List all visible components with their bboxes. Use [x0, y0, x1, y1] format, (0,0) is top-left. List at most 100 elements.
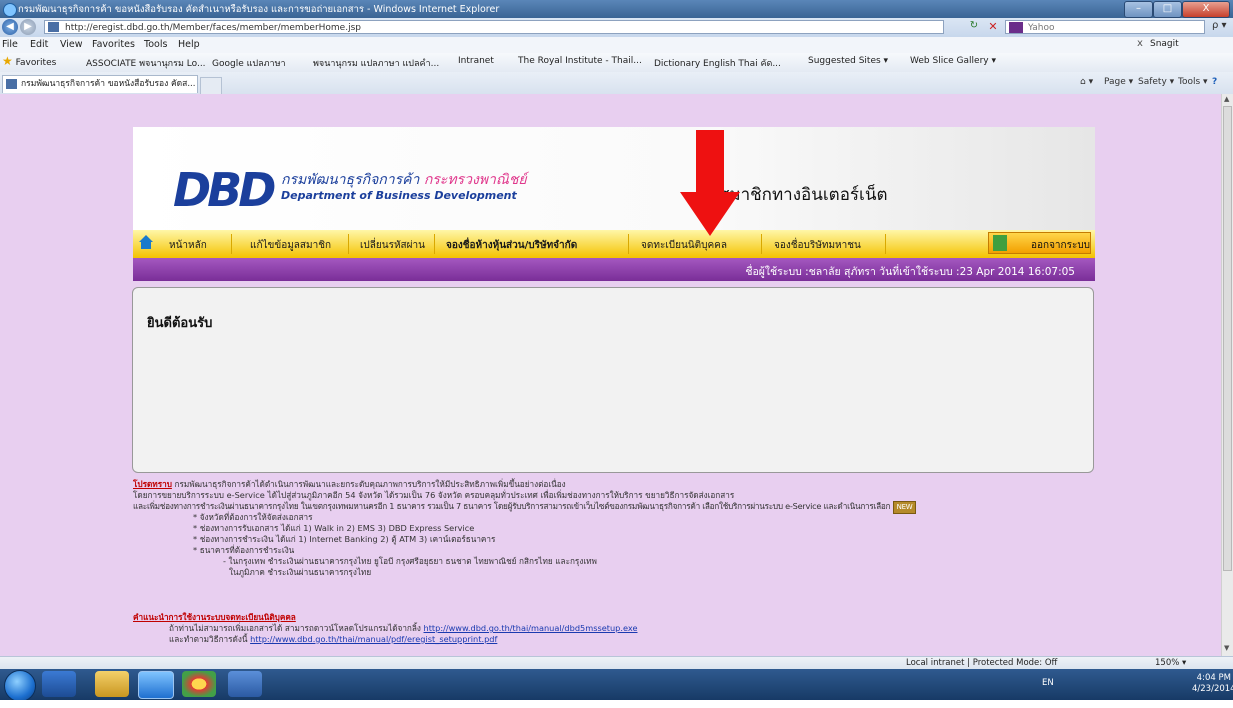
scroll-up-icon[interactable]: ▲: [1224, 95, 1229, 103]
snagit-button[interactable]: Snagit: [1150, 39, 1179, 49]
fav-item-dictionary-english-thai[interactable]: Dictionary English Thai คัด...: [654, 56, 781, 70]
menu-file[interactable]: File: [2, 39, 18, 50]
fav-item-intranet[interactable]: Intranet: [458, 56, 494, 66]
yahoo-icon: [1009, 22, 1023, 33]
announce-text: และเพิ่มช่องทางการชำระเงินผ่านธนาคารกรุง…: [133, 501, 891, 511]
page-menu[interactable]: Page ▾: [1104, 77, 1133, 87]
welcome-panel: ยินดีต้อนรับ: [132, 287, 1094, 473]
nav-divider: [761, 234, 762, 254]
announce-line: * จังหวัดที่ต้องการให้จัดส่งเอกสาร: [193, 512, 313, 522]
help-icon[interactable]: ?: [1212, 77, 1217, 87]
start-button[interactable]: [4, 670, 36, 702]
welcome-heading: ยินดีต้อนรับ: [147, 316, 213, 331]
chrome-icon[interactable]: [182, 671, 216, 697]
fav-item-dictionary-translate[interactable]: พจนานุกรม แปลภาษา แปลคำ...: [313, 56, 439, 70]
taskbar: EN 4:04 PM 4/23/2014: [0, 669, 1233, 702]
dbd-logo[interactable]: DBD: [173, 163, 276, 217]
new-tab-button[interactable]: [200, 77, 222, 95]
announce-line: * ช่องทางการรับเอกสาร ได้แก่ 1) Walk in …: [193, 523, 475, 533]
tab-bar: กรมพัฒนาธุรกิจการค้า ขอหนังสือรับรอง คัด…: [0, 72, 1233, 95]
site-favicon-icon: [48, 22, 59, 32]
address-toolbar: ◀ ▶ http://eregist.dbd.go.th/Member/face…: [0, 18, 1233, 37]
announce-line: * ช่องทางการชำระเงิน ได้แก่ 1) Internet …: [193, 534, 496, 544]
guide-text: ถ้าท่านไม่สามารถเพิ่มเอกสารได้ สามารถดาว…: [169, 623, 421, 633]
address-url: http://eregist.dbd.go.th/Member/faces/me…: [65, 23, 361, 33]
tab-title: กรมพัฒนาธุรกิจการค้า ขอหนังสือรับรอง คัด…: [21, 79, 196, 89]
fav-item-associate[interactable]: ASSOCIATE พจนานุกรม Lo...: [86, 56, 206, 70]
favorites-bar: ★ Favorites ASSOCIATE พจนานุกรม Lo... Go…: [0, 53, 1233, 73]
guide-download-link[interactable]: http://www.dbd.go.th/thai/manual/dbd5mss…: [424, 623, 638, 633]
nav-divider: [628, 234, 629, 254]
vertical-scrollbar[interactable]: ▲ ▼: [1221, 94, 1233, 656]
fav-item-suggested-sites[interactable]: Suggested Sites ▾: [808, 56, 888, 66]
site-nav: หน้าหลัก แก้ไขข้อมูลสมาชิก เปลี่ยนรหัสผ่…: [133, 230, 1095, 259]
announce-line: - ในกรุงเทพ ชำระเงินผ่านธนาคารกรุงไทย ยู…: [223, 556, 597, 566]
dept-name-english: Department of Business Development: [281, 189, 517, 202]
scrollbar-thumb[interactable]: [1223, 106, 1232, 571]
nav-reserve-public[interactable]: จองชื่อบริษัทมหาชน: [774, 238, 861, 253]
zoom-level[interactable]: 150% ▾: [1155, 658, 1186, 668]
red-arrow-annotation: [680, 130, 740, 236]
user-info-bar: ชื่อผู้ใช้ระบบ :ชลาลัย สุภัทรา วันที่เข้…: [133, 258, 1095, 281]
nav-register-juristic[interactable]: จดทะเบียนนิติบุคคล: [641, 238, 727, 253]
minimize-button[interactable]: –: [1124, 1, 1153, 18]
system-tray[interactable]: EN: [1042, 678, 1054, 688]
nav-change-password[interactable]: เปลี่ยนรหัสผ่าน: [360, 238, 425, 253]
fav-item-web-slice-gallery[interactable]: Web Slice Gallery ▾: [910, 56, 996, 66]
logout-button[interactable]: ออกจากระบบ: [988, 232, 1091, 254]
dept-name-thai-part1: กรมพัฒนาธุรกิจการค้า: [281, 172, 420, 188]
nav-edit-member[interactable]: แก้ไขข้อมูลสมาชิก: [250, 238, 331, 253]
announce-line: โปรดทราบ กรมพัฒนาธุรกิจการค้าได้ดำเนินกา…: [133, 479, 566, 490]
guide-line: และทำตามวิธีการดังนี้ http://www.dbd.go.…: [169, 634, 497, 645]
internet-explorer-icon[interactable]: [138, 671, 174, 699]
stop-icon[interactable]: ✕: [985, 20, 1001, 34]
menu-favorites[interactable]: Favorites: [92, 39, 135, 50]
ie-icon: [3, 3, 17, 17]
menubar-close-icon[interactable]: x: [1137, 38, 1143, 49]
nav-divider: [348, 234, 349, 254]
forward-button[interactable]: ▶: [20, 19, 36, 35]
search-icon[interactable]: ρ ▾: [1212, 20, 1227, 31]
favorites-button[interactable]: ★ Favorites: [2, 54, 56, 68]
menu-tools[interactable]: Tools: [144, 39, 167, 50]
tab-favicon-icon: [6, 79, 17, 89]
close-button[interactable]: X: [1182, 1, 1230, 18]
notice-label: โปรดทราบ: [133, 479, 172, 489]
taskbar-app-icon[interactable]: [42, 671, 76, 697]
user-info: ชื่อผู้ใช้ระบบ :ชลาลัย สุภัทรา วันที่เข้…: [745, 266, 1075, 278]
safety-menu[interactable]: Safety ▾: [1138, 77, 1174, 87]
maximize-button[interactable]: □: [1153, 1, 1182, 18]
menu-edit[interactable]: Edit: [30, 39, 48, 50]
address-input[interactable]: http://eregist.dbd.go.th/Member/faces/me…: [44, 20, 944, 34]
nav-reserve-name[interactable]: จองชื่อห้างหุ้นส่วน/บริษัทจำกัด: [446, 238, 577, 253]
word-icon[interactable]: [228, 671, 262, 697]
announce-line: * ธนาคารที่ต้องการชำระเงิน: [193, 545, 295, 555]
nav-home[interactable]: หน้าหลัก: [169, 238, 207, 253]
menu-bar: File Edit View Favorites Tools Help x Sn…: [0, 37, 1233, 54]
menu-help[interactable]: Help: [178, 39, 200, 50]
home-command-icon[interactable]: ⌂ ▾: [1080, 77, 1093, 87]
announce-text: กรมพัฒนาธุรกิจการค้าได้ดำเนินการพัฒนาและ…: [174, 479, 566, 489]
fav-item-royal-institute[interactable]: The Royal Institute - Thail...: [518, 56, 642, 66]
refresh-icon[interactable]: ↻: [966, 20, 982, 34]
bottom-margin: [0, 700, 1233, 708]
guide-pdf-link[interactable]: http://www.dbd.go.th/thai/manual/pdf/ere…: [250, 634, 497, 644]
window-title-bar: กรมพัฒนาธุรกิจการค้า ขอหนังสือรับรอง คัด…: [0, 0, 1233, 18]
search-input[interactable]: Yahoo: [1005, 20, 1205, 34]
guide-text: และทำตามวิธีการดังนี้: [169, 634, 248, 644]
status-bar: Local intranet | Protected Mode: Off 150…: [0, 656, 1233, 670]
tools-menu[interactable]: Tools ▾: [1178, 77, 1208, 87]
announce-line: ในภูมิภาค ชำระเงินผ่านธนาคารกรุงไทย: [229, 567, 372, 577]
clock-date: 4/23/2014: [1192, 684, 1233, 694]
announce-line: โดยการขยายบริการระบบ e-Service ได้ไปสู่ส…: [133, 490, 735, 500]
scroll-down-icon[interactable]: ▼: [1224, 644, 1229, 652]
back-button[interactable]: ◀: [2, 19, 18, 35]
home-icon[interactable]: [138, 234, 154, 250]
fav-item-google-translate[interactable]: Google แปลภาษา: [212, 56, 286, 70]
clock[interactable]: 4:04 PM 4/23/2014: [1192, 673, 1233, 695]
new-badge: NEW: [892, 501, 917, 515]
menu-view[interactable]: View: [60, 39, 83, 50]
explorer-icon[interactable]: [95, 671, 129, 697]
security-zone: Local intranet | Protected Mode: Off: [906, 658, 1058, 668]
tab-current[interactable]: กรมพัฒนาธุรกิจการค้า ขอหนังสือรับรอง คัด…: [2, 75, 198, 93]
